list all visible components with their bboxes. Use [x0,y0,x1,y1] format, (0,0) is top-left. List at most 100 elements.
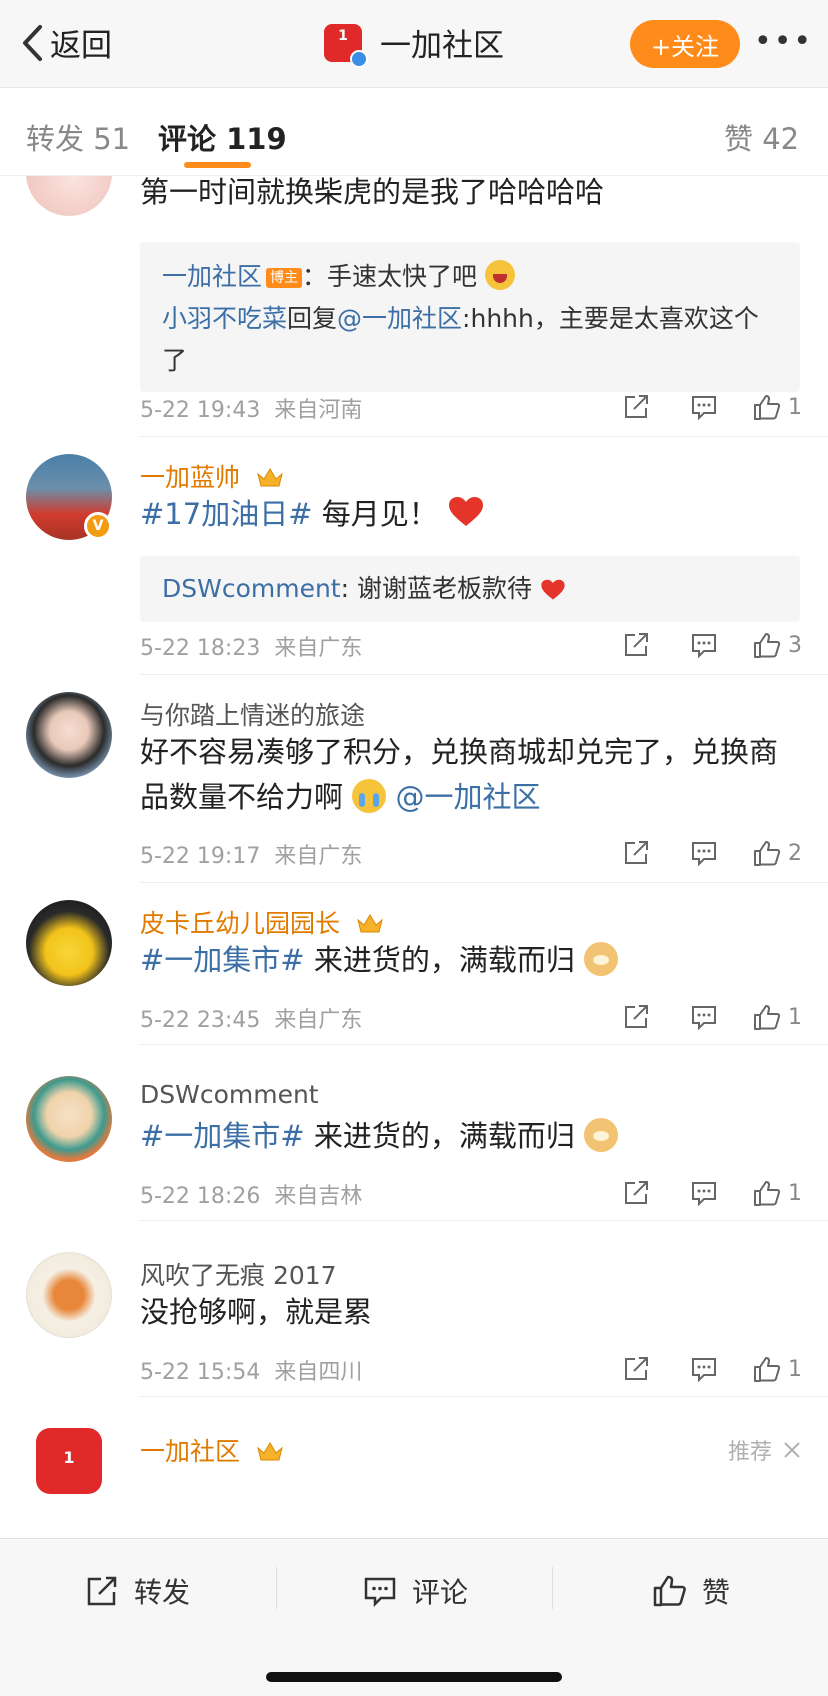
hashtag-link[interactable]: #17加油日# [140,497,313,531]
repost-label: 转发 [134,1576,191,1609]
crown-icon [257,468,283,487]
comment-icon[interactable] [670,1178,738,1208]
comment-author[interactable]: DSWcomment [140,1080,319,1109]
share-icon[interactable] [602,392,670,422]
share-icon[interactable] [602,1178,670,1208]
comment-meta: 5-22 19:43 来自河南 [140,392,362,424]
reply-author[interactable]: 一加社区 [162,262,262,291]
home-indicator[interactable] [266,1672,562,1682]
back-label: 返回 [50,28,112,64]
share-icon[interactable] [602,1002,670,1032]
reply-author[interactable]: DSWcomment [162,574,341,603]
comment-time: 5-22 15:54 [140,1360,261,1385]
like-count: 1 [788,1180,802,1206]
comment-actions: 1 [602,392,802,422]
avatar[interactable] [26,1252,112,1338]
avatar[interactable] [26,176,112,216]
tab-comments[interactable]: 评论 119 [158,116,287,158]
active-tab-indicator [184,162,251,168]
reply-author[interactable]: 小羽不吃菜 [162,304,287,333]
like-button[interactable]: 3 [738,630,802,660]
comment-source: 来自四川 [274,1360,363,1385]
comment-author[interactable]: 皮卡丘幼儿园园长 [140,904,384,940]
comment-actions: 2 [602,838,802,868]
like-button[interactable]: 1 [738,1002,802,1032]
follow-label: +关注 [650,32,720,61]
reply-text: : 谢谢蓝老板款待 [340,574,532,603]
comment-text: #17加油日# 每月见！ [140,492,800,537]
avatar[interactable]: 1 [36,1428,102,1494]
logo-text: 1 [63,1448,75,1467]
divider [140,1220,828,1221]
tab-repost[interactable]: 转发 51 [26,116,130,158]
comment-text: 没抢够啊，就是累 [140,1295,373,1329]
recommend-tag[interactable]: 推荐 [728,1434,802,1466]
repost-button[interactable]: 转发 [84,1571,190,1611]
divider [276,1567,277,1609]
comment-source: 来自吉林 [274,1184,363,1209]
author-name: 一加社区 [140,1437,241,1466]
logo-text: 1 [338,27,348,44]
reply-box[interactable]: 一加社区 博主 ：手速太快了吧 小羽不吃菜回复@一加社区:hhhh，主要是太喜欢这个… [140,242,800,392]
like-button[interactable]: 1 [738,392,802,422]
share-icon [87,1576,117,1606]
chevron-left-icon [23,24,42,61]
reply-box[interactable]: DSWcomment: 谢谢蓝老板款待 [140,556,800,622]
comment-source: 来自广东 [274,844,363,869]
comment-icon [364,1577,396,1608]
like-button[interactable]: 1 [738,1178,802,1208]
comment-author[interactable]: 一加蓝帅 [140,458,284,494]
comment-body: 每月见！ [312,497,438,531]
tab-likes[interactable]: 赞 42 [724,116,799,158]
avatar[interactable] [26,692,112,778]
comment-list[interactable]: 第一时间就换柴虎的是我了哈哈哈哈 一加社区 博主 ：手速太快了吧 小羽不吃菜回复@一… [0,176,828,1538]
more-options-icon[interactable]: ••• [754,22,813,62]
comment-author[interactable]: 风吹了无痕 2017 [140,1256,337,1292]
page-title[interactable]: 1 一加社区 [324,20,504,68]
mention-link[interactable]: @一加社区 [395,780,540,814]
comment-icon[interactable] [670,1002,738,1032]
comment-icon[interactable] [670,630,738,660]
like-button[interactable]: 2 [738,838,802,868]
reply-verb: 回复 [287,304,338,333]
doge-emoji-icon [584,1118,619,1152]
title-text: 一加社区 [380,28,504,64]
mention-link[interactable]: @一加社区 [337,304,462,333]
comment-body: 来进货的，满载而归 [304,943,575,977]
comment-icon[interactable] [670,392,738,422]
hashtag-link[interactable]: #一加集市# [140,1119,305,1153]
like-button[interactable]: 赞 [652,1571,730,1611]
like-count: 1 [788,394,802,420]
comment-source: 来自广东 [274,636,363,661]
top-nav-bar: 返回 1 一加社区 +关注 ••• [0,0,828,88]
laugh-emoji-icon [484,260,515,290]
like-label: 赞 [702,1576,731,1609]
share-icon[interactable] [602,630,670,660]
comment-meta: 5-22 19:17 来自广东 [140,838,362,870]
avatar[interactable] [26,1076,112,1162]
comment-button[interactable]: 评论 [362,1571,468,1611]
close-icon[interactable] [782,1440,802,1460]
comment-meta: 5-22 18:23 来自广东 [140,630,362,662]
comment-label: 评论 [412,1576,469,1609]
hashtag-link[interactable]: #一加集市# [140,943,305,977]
back-button[interactable]: 返回 [20,20,112,65]
comment-meta: 5-22 15:54 来自四川 [140,1354,362,1386]
comment-author[interactable]: 与你踏上情迷的旅途 [140,696,365,732]
comment-author[interactable]: 一加社区 [140,1432,284,1468]
comment-body: 来进货的，满载而归 [304,1119,575,1153]
like-button[interactable]: 1 [738,1354,802,1384]
reply-text: ：手速太快了吧 [302,262,478,291]
share-icon[interactable] [602,1354,670,1384]
thumbs-up-icon [653,1575,686,1607]
comment-actions: 1 [602,1354,802,1384]
divider [552,1567,553,1609]
avatar[interactable] [26,900,112,986]
comment-time: 5-22 18:26 [140,1184,261,1209]
follow-button[interactable]: +关注 [630,20,740,68]
share-icon[interactable] [602,838,670,868]
comment-actions: 1 [602,1002,802,1032]
comment-icon[interactable] [670,1354,738,1384]
comment-icon[interactable] [670,838,738,868]
comment-meta: 5-22 23:45 来自广东 [140,1002,362,1034]
